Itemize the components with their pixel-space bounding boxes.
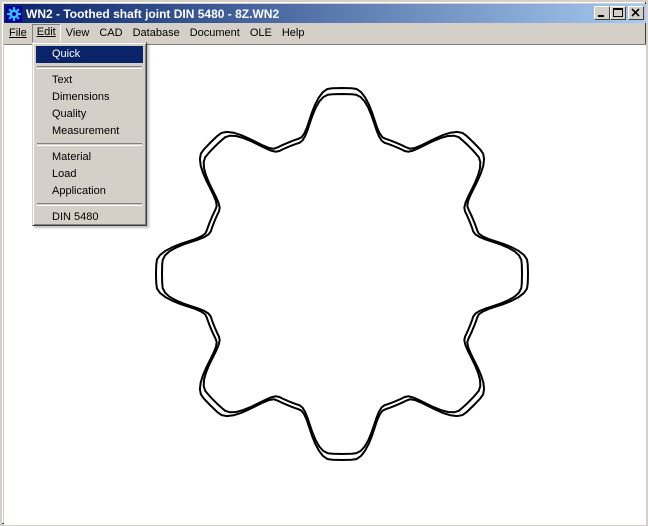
menu-bar: File Edit View CAD Database Document OLE… [4,24,646,43]
menu-view[interactable]: View [61,25,95,42]
gear-app-icon[interactable] [6,5,22,22]
menu-document[interactable]: Document [185,25,245,42]
menu-document-label: Document [189,27,240,39]
menu-cad[interactable]: CAD [94,25,127,42]
menu-ole-label: OLE [249,27,272,39]
menu-item-quality[interactable]: Quality [36,106,143,123]
menu-separator [37,66,142,69]
menu-database-label: Database [132,27,180,39]
menu-ole[interactable]: OLE [245,25,277,42]
menu-item-material[interactable]: Material [36,149,143,166]
menu-item-measurement[interactable]: Measurement [36,123,143,140]
minimize-icon [598,15,604,17]
title-bar[interactable]: WN2 - Toothed shaft joint DIN 5480 - 8Z.… [4,4,646,23]
menu-item-load[interactable]: Load [36,166,143,183]
edit-menu-dropdown: Quick Text Dimensions Quality Measuremen… [32,42,147,226]
menu-help[interactable]: Help [277,25,310,42]
menu-item-text[interactable]: Text [36,72,143,89]
shaft-profile [160,92,524,456]
menu-item-din5480[interactable]: DIN 5480 [36,209,143,226]
menu-cad-label: CAD [99,27,123,39]
menu-file[interactable]: File [4,25,32,42]
menu-view-label: View [65,27,90,39]
menu-edit[interactable]: Edit [31,24,61,43]
close-button[interactable] [628,6,644,20]
menu-database[interactable]: Database [128,25,185,42]
close-icon [631,8,640,17]
maximize-icon [613,8,623,17]
menu-item-application[interactable]: Application [36,183,143,200]
menu-item-dimensions[interactable]: Dimensions [36,89,143,106]
menu-separator [37,143,142,146]
menu-item-quick[interactable]: Quick [36,46,143,63]
maximize-button[interactable] [610,6,626,20]
menu-file-key: File [9,27,27,39]
hub-profile [154,86,530,462]
menu-separator [37,203,142,206]
window-title: WN2 - Toothed shaft joint DIN 5480 - 8Z.… [26,6,280,21]
menu-help-label: Help [281,27,305,39]
minimize-button[interactable] [594,6,610,20]
menu-edit-label: Edit [36,26,56,38]
title-buttons [594,6,644,20]
